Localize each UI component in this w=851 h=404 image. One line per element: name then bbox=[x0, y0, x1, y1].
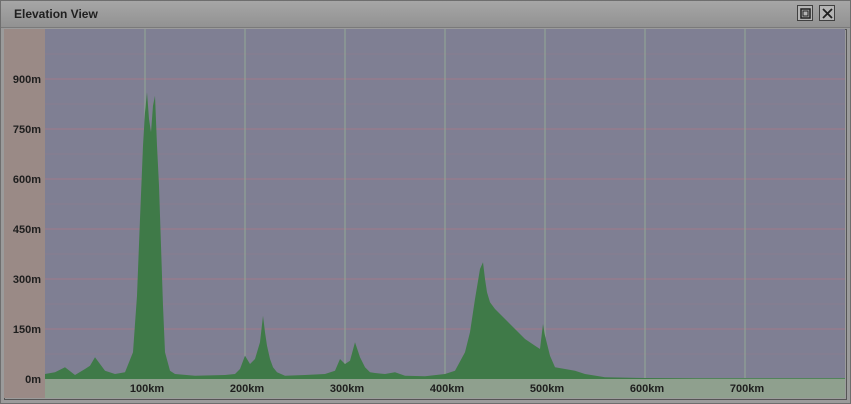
elevation-chart[interactable]: 0m 150m 300m 450m 600m 750m 900m 100km 200km 300… bbox=[4, 29, 845, 398]
y-tick-label: 150m bbox=[13, 324, 41, 336]
window-title: Elevation View bbox=[14, 7, 98, 21]
x-tick-label: 200km bbox=[230, 383, 264, 395]
title-bar[interactable]: Elevation View bbox=[1, 1, 850, 28]
plot-background bbox=[4, 29, 845, 398]
restore-icon bbox=[800, 8, 811, 19]
y-tick-label: 0m bbox=[25, 374, 41, 386]
x-tick-label: 500km bbox=[530, 383, 564, 395]
y-tick-label: 300m bbox=[13, 274, 41, 286]
restore-button[interactable] bbox=[797, 5, 813, 21]
x-tick-label: 100km bbox=[130, 383, 164, 395]
x-tick-label: 600km bbox=[630, 383, 664, 395]
y-tick-label: 750m bbox=[13, 124, 41, 136]
close-icon bbox=[822, 8, 833, 19]
close-button[interactable] bbox=[819, 5, 835, 21]
y-tick-label: 600m bbox=[13, 174, 41, 186]
y-tick-label: 900m bbox=[13, 74, 41, 86]
y-tick-label: 450m bbox=[13, 224, 41, 236]
x-tick-label: 400km bbox=[430, 383, 464, 395]
x-tick-label: 300km bbox=[330, 383, 364, 395]
x-tick-label: 700km bbox=[730, 383, 764, 395]
